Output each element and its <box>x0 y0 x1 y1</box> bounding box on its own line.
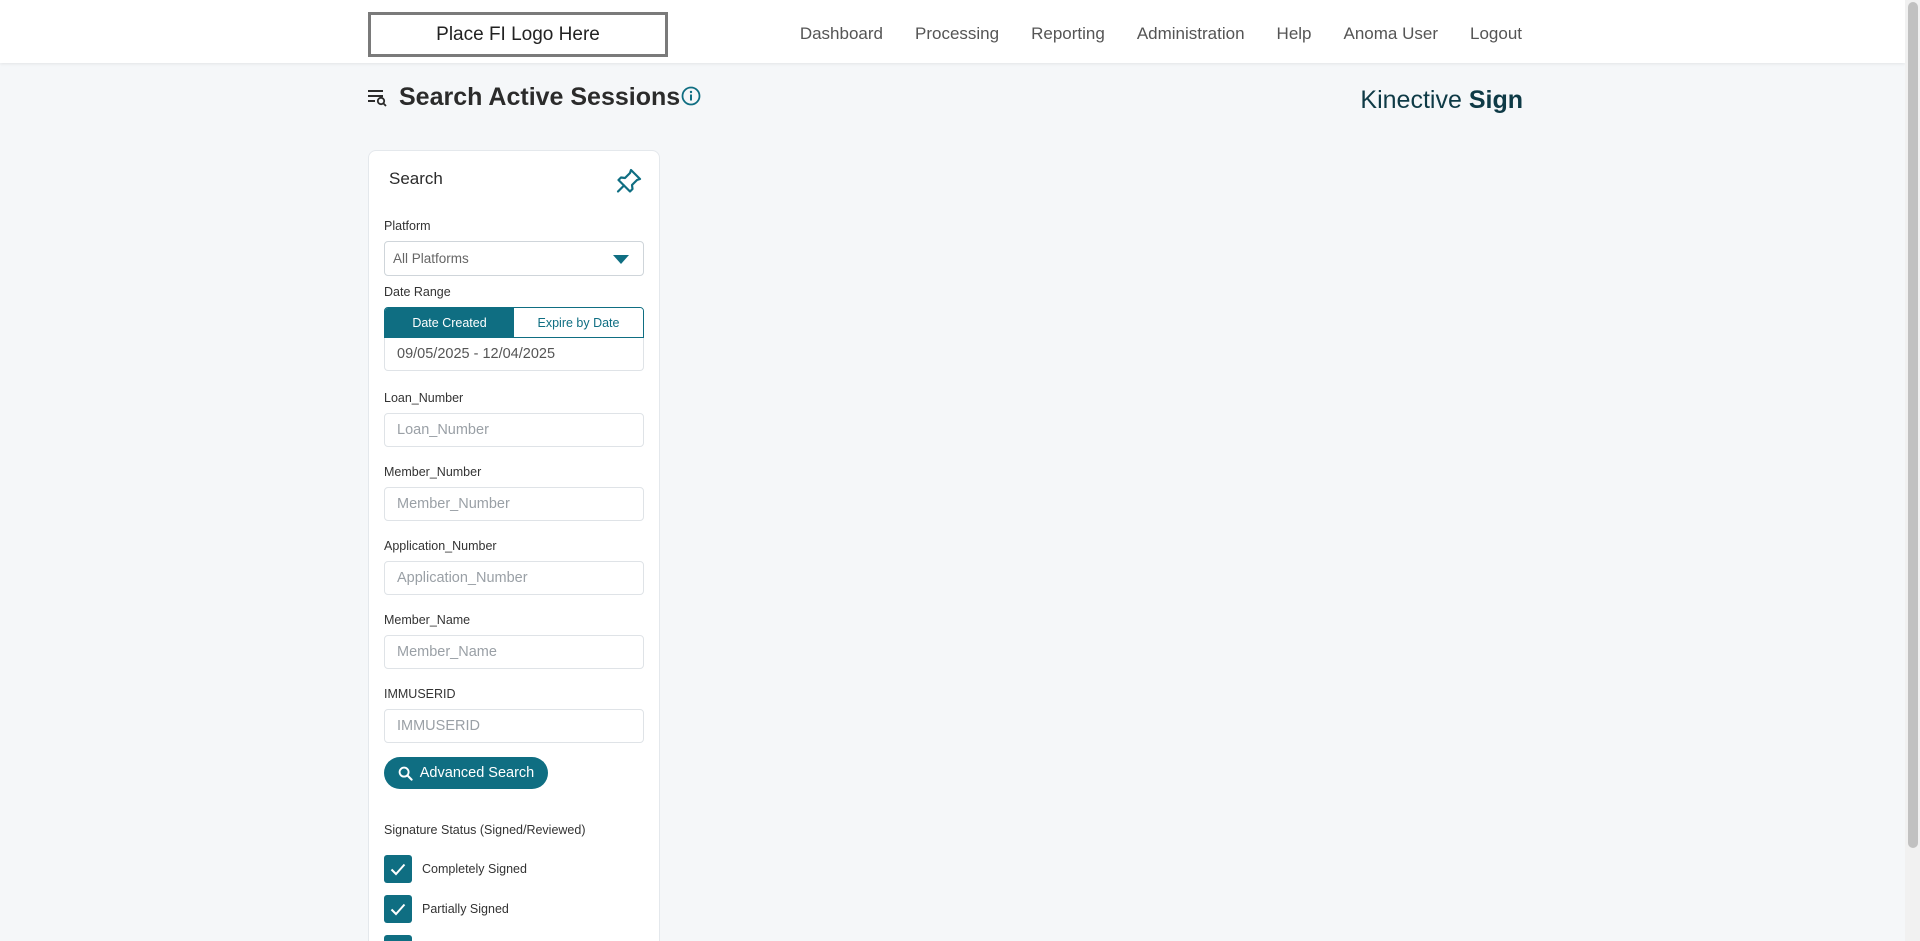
loan-number-input[interactable] <box>384 413 644 447</box>
nav-help[interactable]: Help <box>1277 24 1312 44</box>
completely-signed-label: Completely Signed <box>422 862 527 876</box>
nav-processing[interactable]: Processing <box>915 24 999 44</box>
platform-label: Platform <box>384 219 431 233</box>
partially-signed-checkbox[interactable] <box>384 895 412 923</box>
application-number-label: Application_Number <box>384 539 497 553</box>
date-range-input[interactable]: 09/05/2025 - 12/04/2025 <box>384 338 644 371</box>
brand-light: Kinective <box>1360 86 1462 114</box>
caret-down-icon <box>613 255 629 264</box>
search-panel-title: Search <box>389 169 443 188</box>
member-name-label: Member_Name <box>384 613 471 627</box>
nav-user-menu[interactable]: Anoma User <box>1344 24 1438 44</box>
checkmark-icon <box>390 863 406 876</box>
scrollbar-thumb[interactable] <box>1908 2 1918 848</box>
partially-signed-label: Partially Signed <box>422 902 509 916</box>
page-scrollbar[interactable] <box>1905 0 1920 941</box>
search-panel: Search Platform All Platforms Date Range… <box>368 150 660 941</box>
magnifier-icon <box>398 766 413 781</box>
tab-expire-by-date[interactable]: Expire by Date <box>514 308 643 337</box>
signature-status-label: Signature Status (Signed/Reviewed) <box>384 823 586 837</box>
tab-date-created[interactable]: Date Created <box>385 308 514 337</box>
advanced-search-label: Advanced Search <box>419 765 535 781</box>
member-number-input[interactable] <box>384 487 644 521</box>
next-option-checkbox[interactable] <box>384 935 412 941</box>
checkmark-icon <box>390 903 406 916</box>
main-nav: Dashboard Processing Reporting Administr… <box>800 0 1522 68</box>
nav-reporting[interactable]: Reporting <box>1031 24 1105 44</box>
immuserid-label: IMMUSERID <box>384 687 456 701</box>
nav-administration[interactable]: Administration <box>1137 24 1245 44</box>
page-header: Search Active Sessions Kinective Sign <box>368 83 1523 124</box>
application-number-input[interactable] <box>384 561 644 595</box>
search-list-icon <box>368 87 388 107</box>
date-range-toggle: Date Created Expire by Date <box>384 307 644 338</box>
check-completely-signed[interactable]: Completely Signed <box>384 855 527 883</box>
pin-icon[interactable] <box>615 167 643 195</box>
advanced-search-button[interactable]: Advanced Search <box>384 757 548 789</box>
date-range-label: Date Range <box>384 285 451 299</box>
brand-bold: Sign <box>1468 86 1523 114</box>
top-navigation-bar: Place FI Logo Here Dashboard Processing … <box>0 0 1905 63</box>
platform-select[interactable]: All Platforms <box>384 241 644 276</box>
brand-wordmark: Kinective Sign <box>1360 86 1523 115</box>
immuserid-input[interactable] <box>384 709 644 743</box>
completely-signed-checkbox[interactable] <box>384 855 412 883</box>
logo-placeholder: Place FI Logo Here <box>368 12 668 57</box>
member-name-input[interactable] <box>384 635 644 669</box>
info-circle-icon[interactable] <box>681 86 701 106</box>
loan-number-label: Loan_Number <box>384 391 464 405</box>
nav-logout[interactable]: Logout <box>1470 24 1522 44</box>
platform-select-value: All Platforms <box>393 251 469 266</box>
page-title: Search Active Sessions <box>399 83 681 111</box>
check-partially-signed[interactable]: Partially Signed <box>384 895 509 923</box>
member-number-label: Member_Number <box>384 465 482 479</box>
nav-dashboard[interactable]: Dashboard <box>800 24 883 44</box>
check-next-option[interactable] <box>384 935 412 941</box>
